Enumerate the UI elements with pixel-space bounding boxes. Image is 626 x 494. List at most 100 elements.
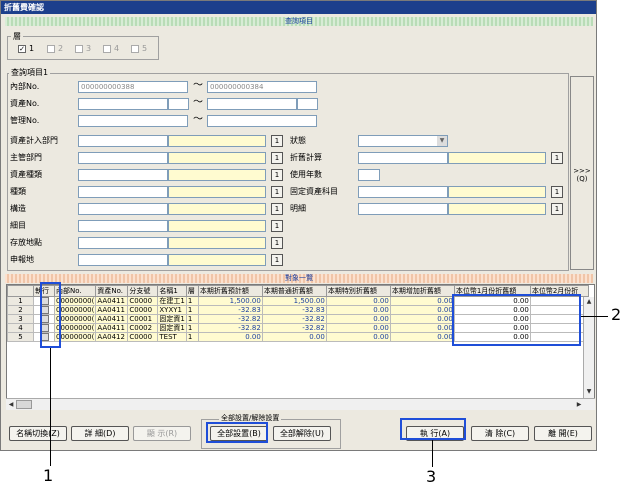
- special-depr-cell: 0.00: [325, 314, 391, 324]
- reporter-lookup-button[interactable]: 1: [271, 254, 283, 266]
- normal-depr-cell: 0.00: [261, 332, 327, 342]
- layer-3-checkbox[interactable]: [75, 45, 83, 53]
- list-section-band: 對象一覽: [5, 274, 593, 283]
- asset-no-cell: AA0411: [95, 305, 129, 315]
- fixed-asset-name-display: [448, 186, 546, 198]
- asset-type-code-input[interactable]: [78, 169, 168, 181]
- breakdown-lookup-button[interactable]: 1: [551, 203, 563, 215]
- status-select[interactable]: ▼: [358, 135, 448, 147]
- asset-no-from-branch-input[interactable]: [168, 98, 189, 110]
- clear-button[interactable]: 清 除(C): [471, 426, 529, 441]
- dept-lookup-button[interactable]: 1: [271, 135, 283, 147]
- dept-label: 資產計入部門: [10, 136, 58, 145]
- detail-code-input[interactable]: [78, 220, 168, 232]
- layer-cell: 1: [185, 323, 199, 333]
- detail-lookup-button[interactable]: 1: [271, 220, 283, 232]
- location-lookup-button[interactable]: 1: [271, 237, 283, 249]
- scroll-right-icon[interactable]: ▶: [574, 400, 584, 410]
- fixed-asset-lookup-button[interactable]: 1: [551, 186, 563, 198]
- breakdown-name-display: [448, 203, 546, 215]
- special-depr-cell: 0.00: [325, 296, 391, 306]
- asset-no-to-input[interactable]: [207, 98, 297, 110]
- callout-box-month-column: [452, 294, 581, 346]
- col-header[interactable]: 名稱1: [157, 285, 187, 297]
- depr-calc-code-input[interactable]: [358, 152, 448, 164]
- plan-depr-cell: -32.82: [197, 314, 263, 324]
- main-dept-code-input[interactable]: [78, 152, 168, 164]
- layer-cell: 1: [185, 332, 199, 342]
- internal-no-label: 內部No.: [10, 82, 40, 91]
- status-label: 狀態: [290, 136, 306, 145]
- plan-depr-cell: 1,500.00: [197, 296, 263, 306]
- main-dept-lookup-button[interactable]: 1: [271, 152, 283, 164]
- fixed-asset-code-input[interactable]: [358, 186, 448, 198]
- col-header[interactable]: 本期折舊預計額: [197, 285, 263, 297]
- asset-type-lookup-button[interactable]: 1: [271, 169, 283, 181]
- col-header[interactable]: 本期普通折舊額: [261, 285, 327, 297]
- mgmt-no-to-input[interactable]: [207, 115, 317, 127]
- callout-line-2: [581, 316, 608, 317]
- name-cell: XYXY1: [157, 305, 187, 315]
- internal-no-to-input[interactable]: 000000000384: [207, 81, 317, 93]
- close-button[interactable]: 離 開(E): [534, 426, 592, 441]
- col-header[interactable]: 資產No.: [95, 285, 129, 297]
- row-number: 4: [7, 323, 34, 333]
- release-all-button[interactable]: 全部解除(U): [273, 426, 331, 441]
- depr-calc-lookup-button[interactable]: 1: [551, 152, 563, 164]
- kind-name-display: [168, 186, 266, 198]
- location-code-input[interactable]: [78, 237, 168, 249]
- chevron-down-icon: ▼: [437, 136, 447, 146]
- internal-no-from-input[interactable]: 000000000388: [78, 81, 188, 93]
- col-header[interactable]: 分支號: [127, 285, 159, 297]
- asset-no-cell: AA0411: [95, 296, 129, 306]
- layer-1-checkbox[interactable]: ✓: [18, 45, 26, 53]
- layer-cell: 1: [185, 305, 199, 315]
- asset-no-to-branch-input[interactable]: [297, 98, 318, 110]
- callout-line-1: [50, 348, 51, 466]
- expand-arrows: >>>: [573, 167, 591, 175]
- depreciation-confirm-window: 折舊費確認 查詢項目 層 ✓ 1 2 3 4 5 查詢項目1 內部No. 000…: [0, 0, 597, 451]
- layer-4-checkbox[interactable]: [103, 45, 111, 53]
- normal-depr-cell: -32.83: [261, 305, 327, 315]
- mgmt-no-from-input[interactable]: [78, 115, 188, 127]
- layer-cell: 1: [185, 314, 199, 324]
- branch-cell: C0001: [127, 314, 159, 324]
- dept-code-input[interactable]: [78, 135, 168, 147]
- layer-1-label: 1: [29, 44, 35, 53]
- scroll-up-icon[interactable]: ▲: [584, 297, 594, 307]
- callout-line-3: [432, 440, 433, 467]
- layer-4-label: 4: [114, 44, 120, 53]
- layer-5-checkbox[interactable]: [131, 45, 139, 53]
- grid-horizontal-scrollbar[interactable]: ◀ ▶: [6, 398, 595, 410]
- layer-5-label: 5: [142, 44, 148, 53]
- asset-type-name-display: [168, 169, 266, 181]
- col-header[interactable]: 層: [185, 285, 199, 297]
- display-button[interactable]: 顯 示(R): [133, 426, 191, 441]
- asset-no-from-input[interactable]: [78, 98, 168, 110]
- grid-vertical-scrollbar[interactable]: ▲ ▼: [583, 297, 594, 398]
- kind-code-input[interactable]: [78, 186, 168, 198]
- extra-depr-cell: 0.00: [389, 323, 455, 333]
- row-number: 2: [7, 305, 34, 315]
- breakdown-label: 明細: [290, 204, 306, 213]
- breakdown-code-input[interactable]: [358, 203, 448, 215]
- row-number: 3: [7, 314, 34, 324]
- structure-lookup-button[interactable]: 1: [271, 203, 283, 215]
- kind-lookup-button[interactable]: 1: [271, 186, 283, 198]
- layer-2-checkbox[interactable]: [47, 45, 55, 53]
- name-switch-button[interactable]: 名稱切換(Z): [9, 426, 67, 441]
- col-header[interactable]: 本期增加折舊額: [389, 285, 455, 297]
- location-name-display: [168, 237, 266, 249]
- normal-depr-cell: -32.82: [261, 323, 327, 333]
- structure-code-input[interactable]: [78, 203, 168, 215]
- scroll-left-icon[interactable]: ◀: [6, 400, 16, 410]
- reporter-code-input[interactable]: [78, 254, 168, 266]
- expand-query-button[interactable]: >>> (Q): [570, 76, 594, 270]
- scroll-down-icon[interactable]: ▼: [584, 387, 594, 397]
- branch-cell: C0000: [127, 305, 159, 315]
- col-header[interactable]: 本期特別折舊額: [325, 285, 391, 297]
- horizontal-scroll-thumb[interactable]: [16, 400, 32, 409]
- useful-life-input[interactable]: [358, 169, 380, 181]
- layer-cell: 1: [185, 296, 199, 306]
- detail-button[interactable]: 詳 細(D): [71, 426, 129, 441]
